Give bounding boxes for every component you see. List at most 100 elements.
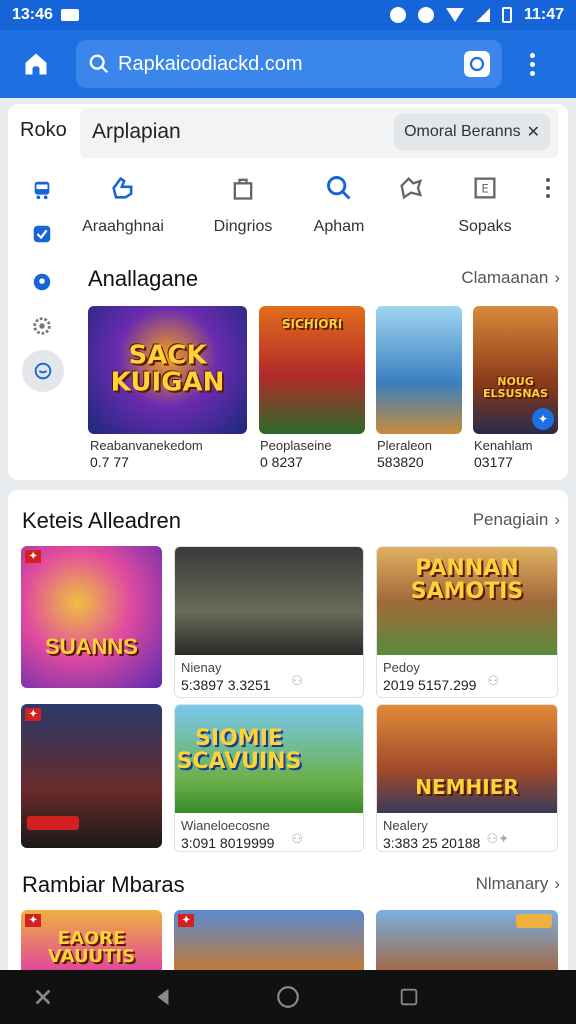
bus-icon <box>34 181 50 200</box>
hot-badge: ✦ <box>25 708 42 721</box>
featured-card: Keteis Alleadren Penagiain › ✦ SUANNS Nie… <box>8 490 568 970</box>
svg-text:E: E <box>481 182 488 196</box>
chevron-right-icon: › <box>554 268 560 287</box>
chat-icon <box>34 362 52 380</box>
game-tile[interactable]: SACK KUIGAN <box>88 306 247 434</box>
thumb-icon <box>112 176 133 199</box>
recents-button[interactable] <box>396 984 422 1010</box>
section-title: Anallagane <box>88 266 199 291</box>
section-see-all[interactable]: Clamaanan › <box>461 268 560 288</box>
tile-caption: Reabanvanekedom <box>90 438 203 453</box>
tabs-icon <box>469 56 485 72</box>
section-see-all[interactable]: Penagiain › <box>473 510 560 530</box>
tile-caption: Pleraleon <box>377 438 432 453</box>
rail-item-tasks[interactable] <box>22 214 62 254</box>
tile-caption: Peoplaseine <box>260 438 332 453</box>
browser-toolbar: Rapkaicodiackd.com <box>0 30 576 98</box>
category-label: Apham <box>313 218 365 235</box>
address-bar[interactable]: Rapkaicodiackd.com <box>76 40 502 88</box>
home-nav-button[interactable] <box>275 984 301 1010</box>
battery-icon <box>501 7 512 23</box>
tab-short[interactable]: Roko <box>20 119 67 142</box>
tools-button[interactable] <box>30 984 56 1010</box>
game-card-title: Pedoy <box>383 660 420 675</box>
alert-icon <box>389 7 406 23</box>
category-label: Araahghnai <box>82 218 164 235</box>
game-card[interactable]: Nienay 5:3897 3.3251 ⚇ <box>174 546 364 698</box>
rail-item-settings[interactable] <box>22 306 62 346</box>
game-tile[interactable]: SICHIORI <box>259 306 365 434</box>
see-all-label: Nlmanary <box>475 874 549 893</box>
store-header: Roko Arplapian Omoral Beranns ✕ <box>8 104 568 158</box>
category-label: Dingrios <box>213 218 273 235</box>
category-item[interactable]: Dingrios <box>198 170 288 236</box>
rail-item-store[interactable] <box>22 170 62 210</box>
browser-menu-button[interactable] <box>520 52 544 76</box>
controller-icon: ⚇ <box>487 673 499 688</box>
wifi-icon <box>445 8 464 22</box>
see-all-label: Clamaanan <box>461 268 549 287</box>
tile-meta: 03177 <box>474 454 513 470</box>
category-label: Sopaks <box>458 218 512 235</box>
tile-art-title: SACK KUIGAN <box>110 340 225 398</box>
tools-icon <box>35 989 51 1005</box>
game-tile[interactable]: ✦ EAORE VAUUTIS <box>21 910 162 970</box>
back-button[interactable] <box>150 984 176 1010</box>
controller-icon: ⚇✦ <box>486 831 509 846</box>
location-icon <box>33 273 51 291</box>
game-card-title: Wianeloecosne <box>181 818 270 833</box>
game-tile[interactable] <box>376 306 462 434</box>
chip-label: Omoral Beranns <box>404 123 521 140</box>
hot-badge: ✦ <box>178 914 195 927</box>
category-item[interactable]: Araahghnai <box>78 170 168 236</box>
game-tile[interactable]: NOUG ELSUSNAS ✦ <box>473 306 558 434</box>
category-more-button[interactable] <box>538 178 558 198</box>
tile-art-title: EAORE VAUUTIS <box>47 928 136 967</box>
bookmark-icon[interactable]: ✦ <box>532 408 554 430</box>
tab-switcher-button[interactable] <box>464 51 490 77</box>
game-card-art-title: NEMHIER <box>415 775 519 799</box>
box-e-icon: E <box>474 177 496 199</box>
see-all-label: Penagiain <box>472 510 549 529</box>
game-card[interactable]: SIOMIE SCAVUINS Wianeloecosne 3:091 8019… <box>174 704 364 852</box>
chevron-right-icon: › <box>554 510 560 529</box>
filter-chip[interactable]: Omoral Beranns ✕ <box>394 114 550 150</box>
game-card[interactable]: PANNAN SAMOTIS Pedoy 2019 5157.299 ⚇ <box>376 546 558 698</box>
section-title: Rambiar Mbaras <box>22 872 185 897</box>
chevron-right-icon: › <box>554 874 560 893</box>
tile-caption: Kenahlam <box>474 438 533 453</box>
tile-art-title: SUANNS <box>45 634 138 659</box>
game-tile[interactable]: ✦ <box>21 704 162 848</box>
game-card[interactable]: NEMHIER Nealery 3:383 25 20188 ⚇✦ <box>376 704 558 852</box>
tab-title[interactable]: Arplapian <box>92 120 181 144</box>
game-tile[interactable]: ✦ SUANNS <box>21 546 162 688</box>
game-card-art-title: SIOMIE SCAVUINS <box>176 726 302 775</box>
game-card-meta: 3:383 25 20188 <box>383 835 481 851</box>
data-saver-icon <box>417 7 434 23</box>
game-card-title: Nienay <box>181 660 222 675</box>
tile-meta: 583820 <box>377 454 424 470</box>
home-button[interactable] <box>14 42 58 86</box>
rail-item-location[interactable] <box>22 262 62 302</box>
gear-icon <box>33 317 51 335</box>
label-badge <box>27 816 79 830</box>
section-see-all[interactable]: Nlmanary › <box>476 874 560 894</box>
tile-art-title: NOUG ELSUSNAS <box>483 375 548 400</box>
category-item[interactable]: E Sopaks <box>440 170 530 236</box>
game-card-title: Nealery <box>383 818 428 833</box>
category-row: Araahghnai Dingrios Apham E Sopaks <box>78 170 558 240</box>
game-tile[interactable] <box>376 910 558 970</box>
status-bar: 13:46 11:47 <box>0 0 576 30</box>
system-nav-bar <box>0 970 576 1024</box>
game-card-art-title: PANNAN SAMOTIS <box>410 556 524 605</box>
search-icon <box>89 54 109 74</box>
tile-meta: 0.7 77 <box>90 454 129 470</box>
close-icon[interactable]: ✕ <box>527 122 540 142</box>
game-tile[interactable]: ✦ <box>174 910 364 970</box>
back-icon <box>157 988 169 1006</box>
status-time: 13:46 <box>12 6 53 23</box>
store-card: Roko Arplapian Omoral Beranns ✕ Araahghn… <box>8 104 568 480</box>
rail-item-chat[interactable] <box>22 350 64 392</box>
url-text: Rapkaicodiackd.com <box>118 52 303 75</box>
status-clock: 11:47 <box>523 6 564 23</box>
